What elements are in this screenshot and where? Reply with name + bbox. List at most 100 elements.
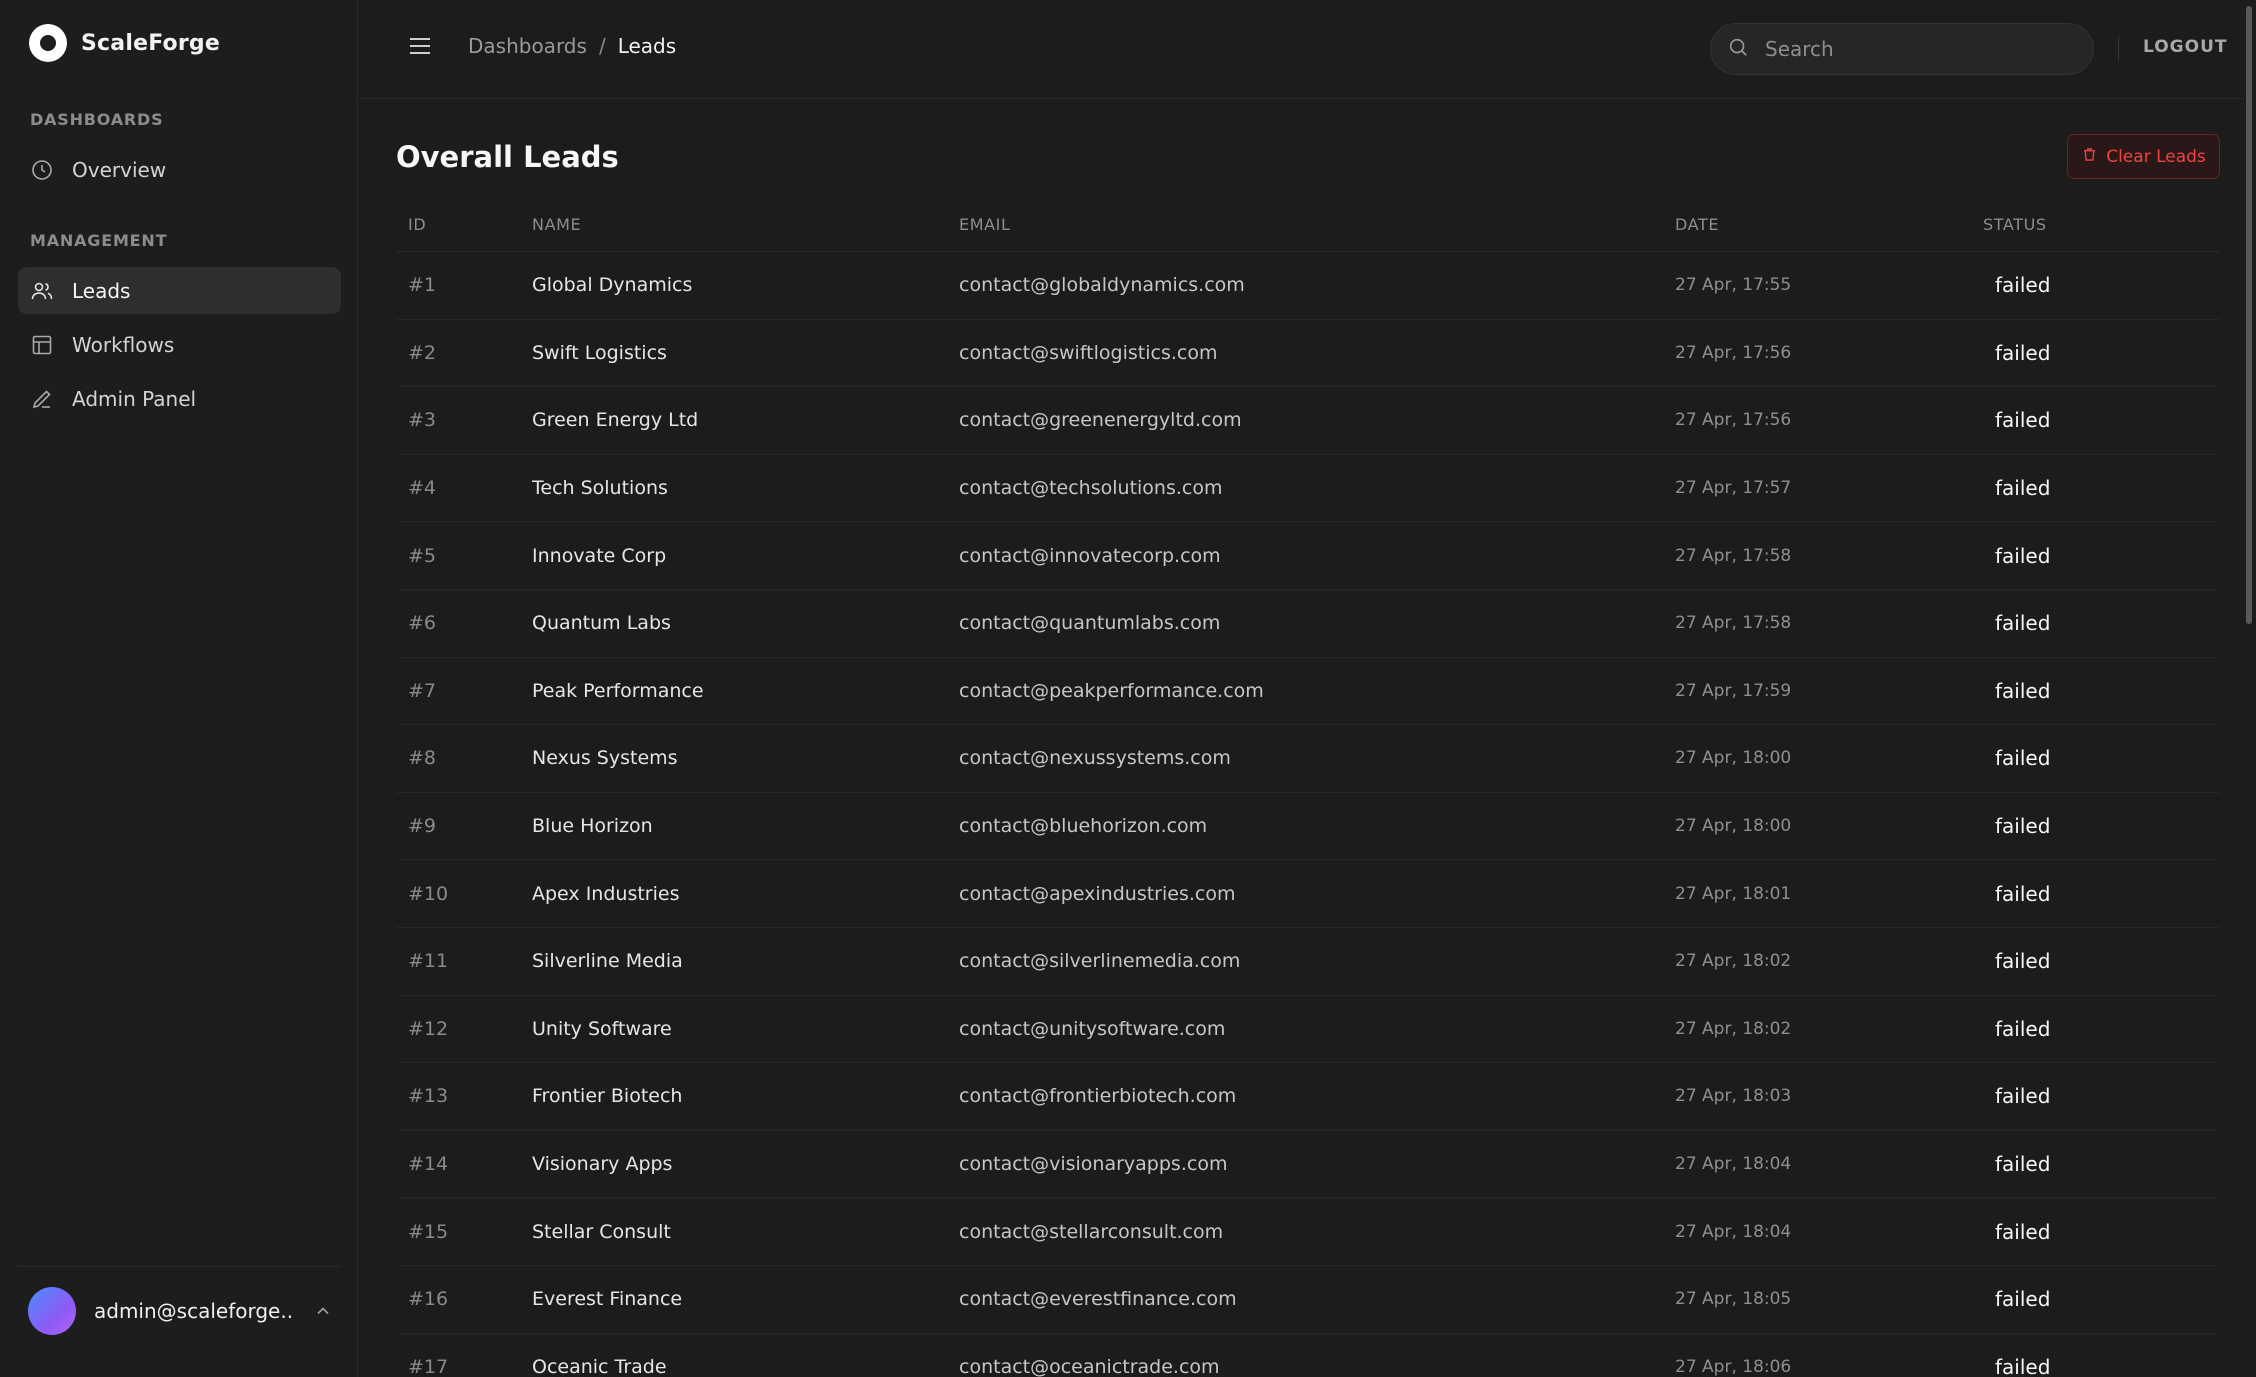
page-title: Overall Leads: [396, 140, 619, 174]
lead-email: contact@innovatecorp.com: [959, 544, 1221, 567]
brand[interactable]: ScaleForge: [29, 24, 220, 62]
lead-date: 27 Apr, 18:03: [1675, 1086, 1792, 1107]
table-row[interactable]: #1 Global Dynamics contact@globaldynamics.…: [396, 252, 2220, 320]
table-row[interactable]: #8 Nexus Systems contact@nexussystems.com 2…: [396, 725, 2220, 793]
lead-date: 27 Apr, 17:58: [1675, 545, 1792, 566]
sidebar-item-admin-panel[interactable]: Admin Panel: [18, 375, 341, 422]
column-header-status[interactable]: STATUS: [1983, 215, 2220, 234]
status-badge: failed: [1995, 1152, 2051, 1177]
chevron-up-icon[interactable]: [313, 1301, 333, 1321]
sidebar-item-workflows[interactable]: Workflows: [18, 321, 341, 368]
menu-toggle-button[interactable]: [407, 35, 433, 61]
table-row[interactable]: #6 Quantum Labs contact@quantumlabs.com 27 …: [396, 590, 2220, 658]
clear-leads-label: Clear Leads: [2106, 146, 2206, 167]
lead-id: #8: [408, 747, 437, 770]
sidebar-item-label: Workflows: [72, 332, 175, 357]
topbar: Dashboards / Leads LOGOUT: [359, 0, 2256, 99]
lead-name: Visionary Apps: [532, 1153, 673, 1176]
logout-button[interactable]: LOGOUT: [2143, 37, 2227, 57]
table-row[interactable]: #11 Silverline Media contact@silverlinemed…: [396, 928, 2220, 996]
lead-date: 27 Apr, 18:00: [1675, 748, 1792, 769]
sidebar-item-overview[interactable]: Overview: [18, 146, 341, 193]
lead-email: contact@swiftlogistics.com: [959, 341, 1218, 364]
lead-id: #3: [408, 409, 437, 432]
lead-id: #13: [408, 1085, 449, 1108]
lead-date: 27 Apr, 17:55: [1675, 275, 1792, 296]
table-row[interactable]: #7 Peak Performance contact@peakperformanc…: [396, 658, 2220, 726]
table-row[interactable]: #5 Innovate Corp contact@innovatecorp.com 2…: [396, 522, 2220, 590]
section-title-dashboards: DASHBOARDS: [30, 110, 164, 129]
status-badge: failed: [1995, 1287, 2051, 1312]
search-input[interactable]: [1763, 36, 2063, 62]
table-row[interactable]: #12 Unity Software contact@unitysoftware.c…: [396, 996, 2220, 1064]
lead-email: contact@silverlinemedia.com: [959, 950, 1241, 973]
table-row[interactable]: #15 Stellar Consult contact@stellarconsult…: [396, 1198, 2220, 1266]
column-header-name[interactable]: NAME: [532, 215, 959, 234]
lead-name: Everest Finance: [532, 1288, 683, 1311]
lead-date: 27 Apr, 18:02: [1675, 1018, 1792, 1039]
status-badge: failed: [1995, 1016, 2051, 1041]
scrollbar-thumb[interactable]: [2246, 6, 2252, 624]
lead-id: #7: [408, 679, 437, 702]
clock-icon: [30, 158, 54, 182]
lead-name: Green Energy Ltd: [532, 409, 699, 432]
lead-date: 27 Apr, 17:58: [1675, 613, 1792, 634]
lead-date: 27 Apr, 18:00: [1675, 816, 1792, 837]
lead-name: Blue Horizon: [532, 815, 653, 838]
search-icon: [1727, 36, 1749, 62]
column-header-id[interactable]: ID: [396, 215, 532, 234]
leads-table: ID NAME EMAIL DATE STATUS #1 Global Dynam…: [396, 198, 2220, 1377]
trash-icon: [2081, 146, 2098, 168]
lead-name: Quantum Labs: [532, 612, 671, 635]
column-header-email[interactable]: EMAIL: [959, 215, 1675, 234]
lead-id: #2: [408, 341, 437, 364]
lead-date: 27 Apr, 18:05: [1675, 1289, 1792, 1310]
table-row[interactable]: #2 Swift Logistics contact@swiftlogistics.…: [396, 320, 2220, 388]
table-row[interactable]: #9 Blue Horizon contact@bluehorizon.com 27 …: [396, 793, 2220, 861]
table-body: #1 Global Dynamics contact@globaldynamics.…: [396, 252, 2220, 1377]
lead-date: 27 Apr, 18:01: [1675, 883, 1792, 904]
clear-leads-button[interactable]: Clear Leads: [2067, 134, 2220, 179]
lead-email: contact@globaldynamics.com: [959, 274, 1245, 297]
table-row[interactable]: #3 Green Energy Ltd contact@greenenergyltd…: [396, 387, 2220, 455]
lead-name: Silverline Media: [532, 950, 683, 973]
status-badge: failed: [1995, 881, 2051, 906]
lead-name: Unity Software: [532, 1017, 672, 1040]
sidebar-item-leads[interactable]: Leads: [18, 267, 341, 314]
users-icon: [30, 279, 54, 303]
lead-email: contact@greenenergyltd.com: [959, 409, 1242, 432]
lead-name: Nexus Systems: [532, 747, 678, 770]
table-row[interactable]: #17 Oceanic Trade contact@oceanictrade.com…: [396, 1334, 2220, 1377]
column-header-date[interactable]: DATE: [1675, 215, 1983, 234]
sidebar-item-label: Overview: [72, 157, 167, 182]
lead-name: Global Dynamics: [532, 274, 693, 297]
lead-id: #9: [408, 815, 437, 838]
table-row[interactable]: #10 Apex Industries contact@apexindustries…: [396, 860, 2220, 928]
lead-email: contact@quantumlabs.com: [959, 612, 1221, 635]
lead-name: Frontier Biotech: [532, 1085, 683, 1108]
lead-id: #1: [408, 274, 437, 297]
lead-email: contact@techsolutions.com: [959, 477, 1223, 500]
lead-email: contact@apexindustries.com: [959, 882, 1236, 905]
user-menu[interactable]: admin@scaleforge...: [28, 1286, 333, 1336]
table-row[interactable]: #13 Frontier Biotech contact@frontierbiote…: [396, 1063, 2220, 1131]
sidebar: ScaleForge DASHBOARDS Overview MANAGEMEN…: [0, 0, 358, 1377]
table-row[interactable]: #4 Tech Solutions contact@techsolutions.co…: [396, 455, 2220, 523]
breadcrumb: Dashboards / Leads: [468, 34, 676, 58]
breadcrumb-dashboards[interactable]: Dashboards: [468, 34, 587, 58]
sidebar-item-label: Leads: [72, 278, 131, 303]
lead-email: contact@stellarconsult.com: [959, 1220, 1224, 1243]
search-box[interactable]: [1710, 23, 2094, 75]
avatar: [28, 1287, 76, 1335]
lead-name: Oceanic Trade: [532, 1355, 667, 1377]
brand-name: ScaleForge: [81, 30, 220, 56]
table-row[interactable]: #16 Everest Finance contact@everestfinance…: [396, 1266, 2220, 1334]
lead-email: contact@everestfinance.com: [959, 1288, 1237, 1311]
table-row[interactable]: #14 Visionary Apps contact@visionaryapps.c…: [396, 1131, 2220, 1199]
status-badge: failed: [1995, 273, 2051, 298]
lead-date: 27 Apr, 17:59: [1675, 680, 1792, 701]
status-badge: failed: [1995, 543, 2051, 568]
status-badge: failed: [1995, 1354, 2051, 1377]
lead-email: contact@unitysoftware.com: [959, 1017, 1226, 1040]
lead-name: Swift Logistics: [532, 341, 667, 364]
